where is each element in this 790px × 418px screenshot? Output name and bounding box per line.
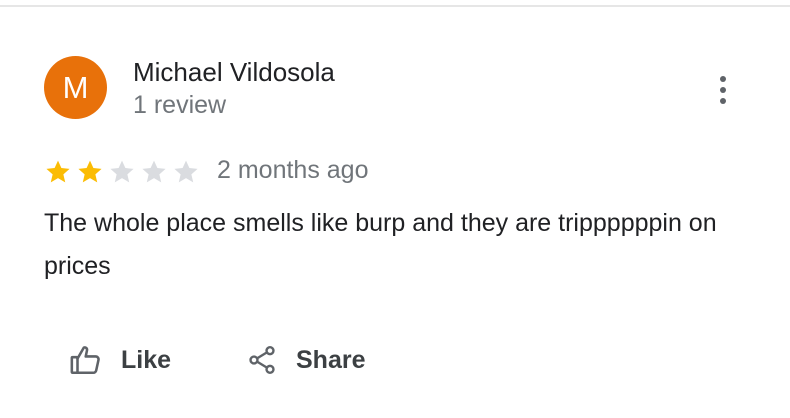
share-icon bbox=[246, 343, 278, 377]
star-filled-icon bbox=[44, 158, 76, 188]
more-options-button[interactable] bbox=[708, 72, 738, 108]
top-divider bbox=[0, 5, 790, 7]
share-button[interactable]: Share bbox=[246, 338, 365, 382]
star-rating bbox=[44, 158, 204, 188]
star-empty-icon bbox=[172, 158, 204, 188]
review-text: The whole place smells like burp and the… bbox=[44, 209, 717, 280]
avatar[interactable]: M bbox=[44, 56, 107, 119]
like-button[interactable]: Like bbox=[69, 338, 171, 382]
more-vert-icon-dot bbox=[720, 87, 726, 93]
share-label: Share bbox=[296, 345, 366, 374]
more-vert-icon-dot bbox=[720, 76, 726, 82]
star-filled-icon bbox=[76, 158, 108, 188]
review-date: 2 months ago bbox=[217, 156, 369, 184]
review-count: 1 review bbox=[133, 91, 227, 119]
avatar-letter: M bbox=[62, 70, 89, 105]
star-empty-icon bbox=[108, 158, 140, 188]
thumbs-up-icon bbox=[69, 343, 103, 377]
like-label: Like bbox=[121, 345, 172, 374]
more-vert-icon-dot bbox=[720, 98, 726, 104]
star-empty-icon bbox=[140, 158, 172, 188]
reviewer-name[interactable]: Michael Vildosola bbox=[133, 57, 335, 88]
